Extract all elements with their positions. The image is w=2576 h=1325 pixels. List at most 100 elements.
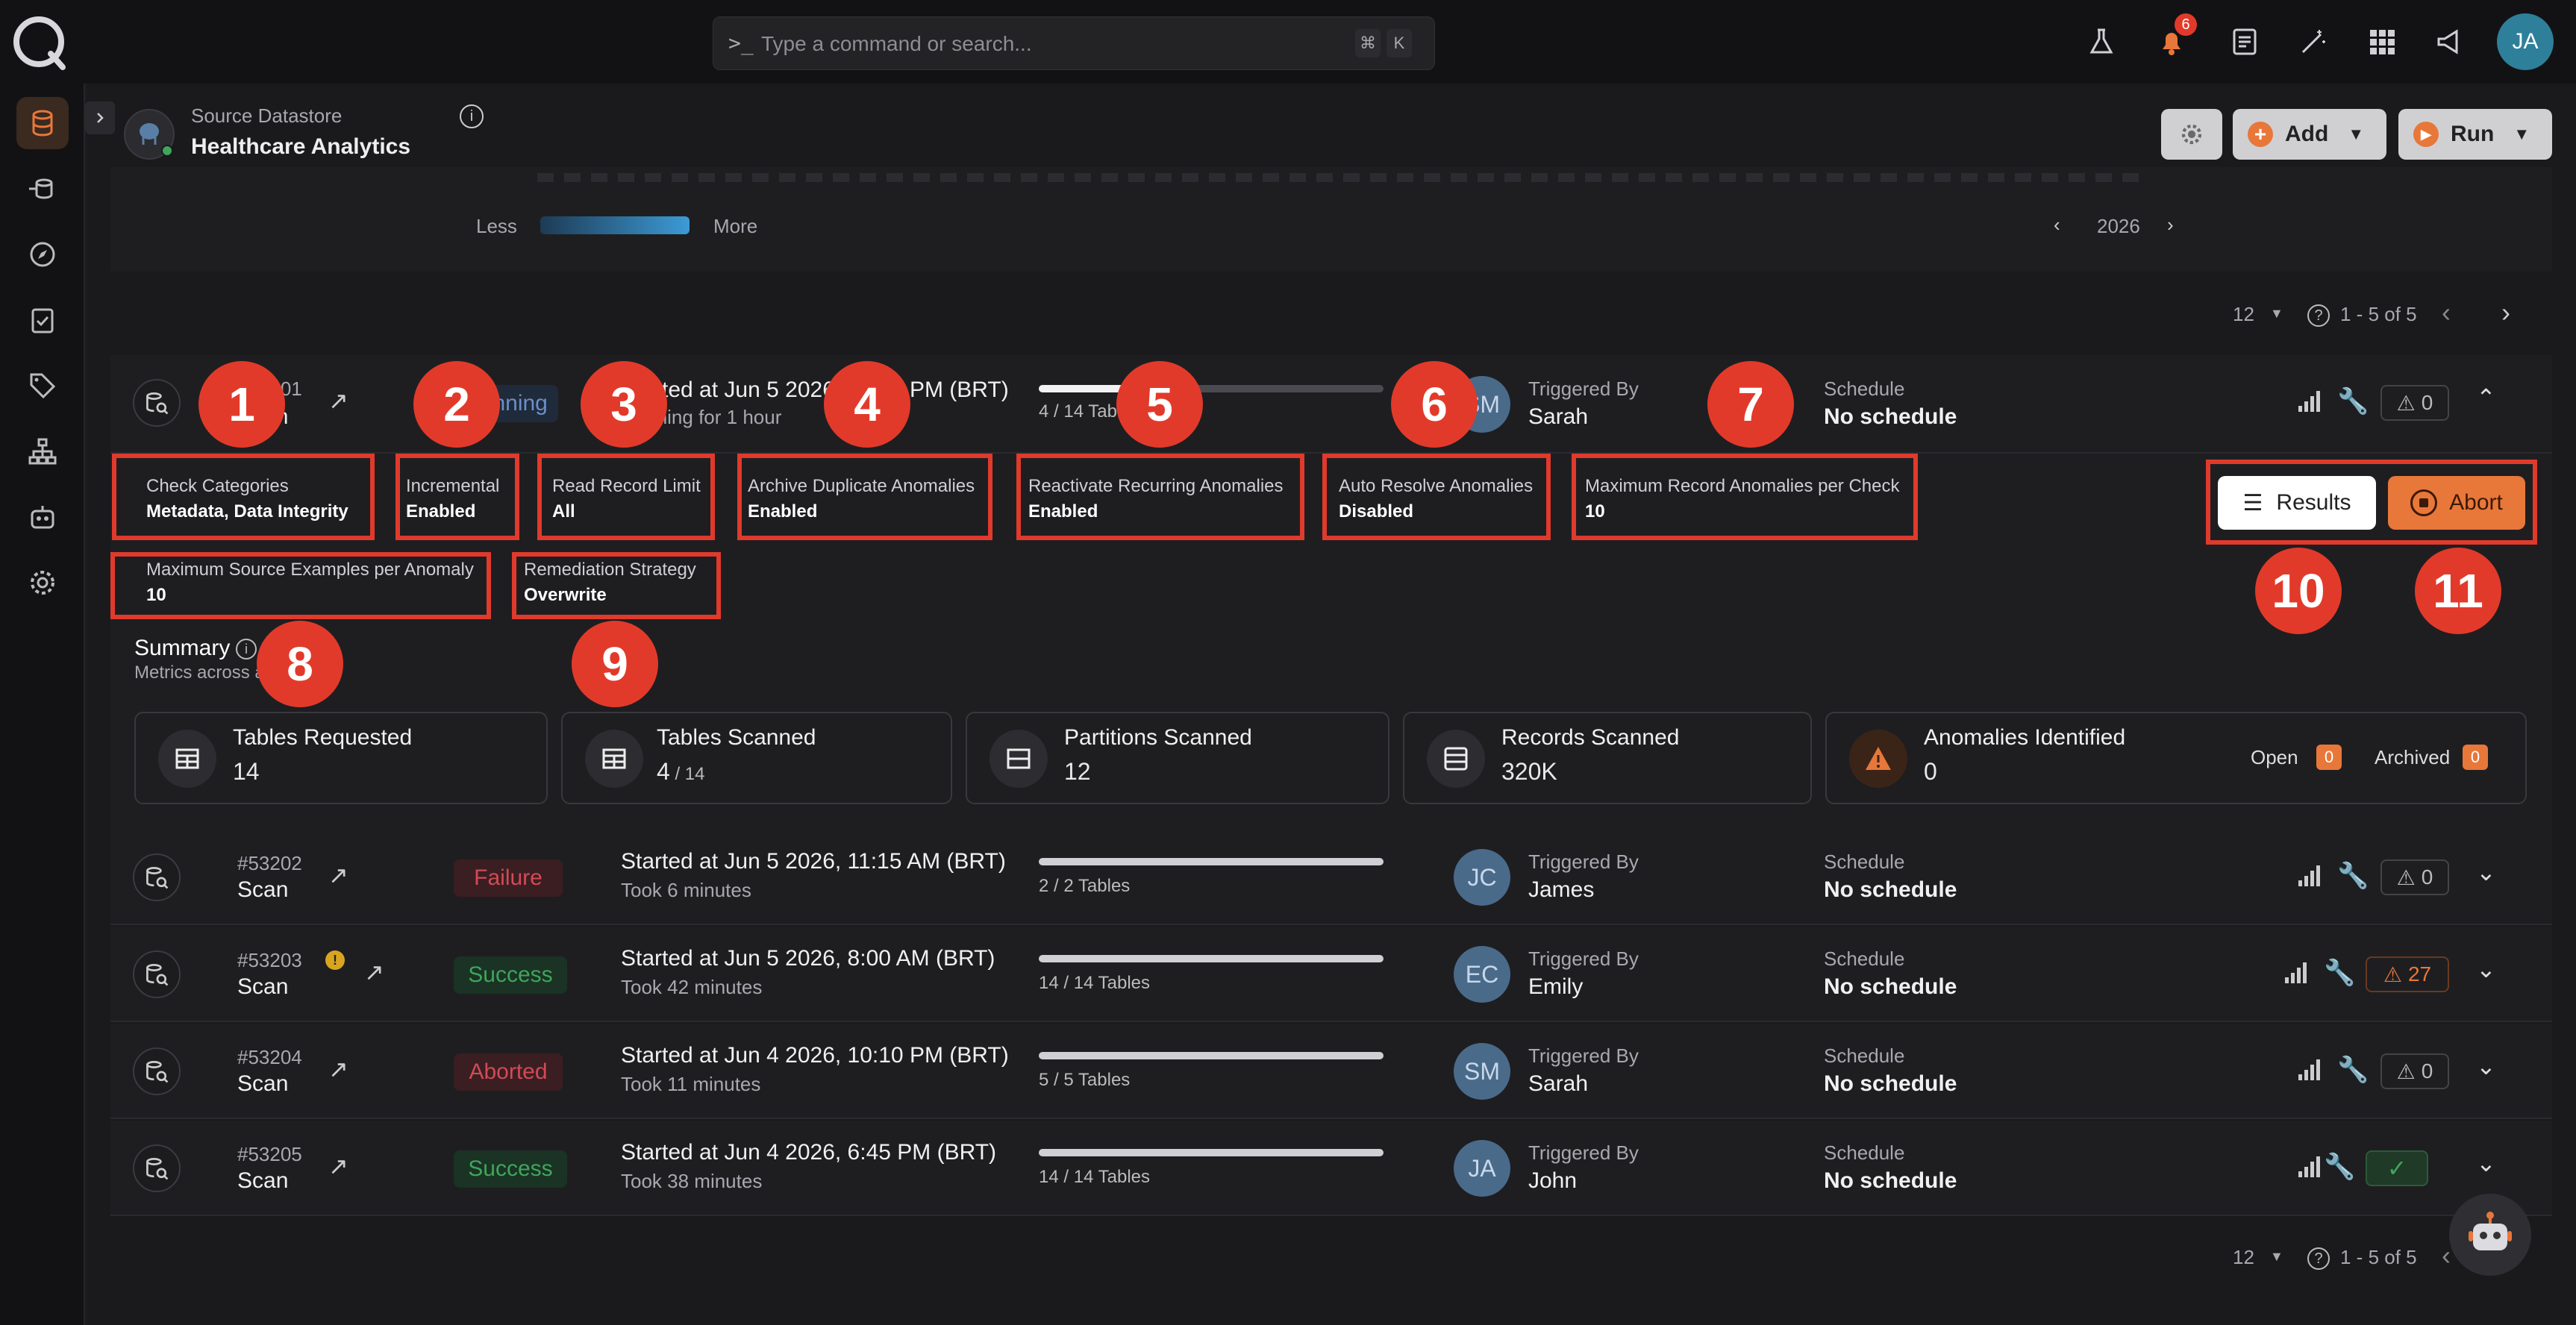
card-label: Records Scanned <box>1501 725 1680 750</box>
highlight-box <box>112 454 375 540</box>
wrench-icon[interactable]: 🔧 <box>2324 958 2355 988</box>
chevron-down-icon[interactable]: ⌄ <box>2476 1149 2496 1177</box>
add-label: Add <box>2285 122 2329 146</box>
document-icon[interactable] <box>2224 21 2266 63</box>
assistant-bot-button[interactable] <box>2449 1194 2531 1276</box>
list-icon: ☰ <box>2242 490 2263 516</box>
summary-card-tables-scanned: Tables Scanned 4 / 14 <box>561 712 952 804</box>
chevron-down-icon[interactable]: ⌄ <box>2476 858 2496 886</box>
archived-count[interactable]: 0 <box>2463 745 2488 770</box>
flask-icon[interactable] <box>2081 21 2122 63</box>
chevron-down-icon[interactable]: ▼ <box>2270 1249 2283 1265</box>
run-label: Run <box>2451 122 2495 146</box>
success-check-pill[interactable]: ✓ <box>2366 1150 2428 1186</box>
open-link-icon[interactable]: ↗ <box>328 1152 348 1180</box>
help-icon[interactable]: ? <box>2307 304 2330 327</box>
wrench-icon[interactable]: 🔧 <box>2324 1152 2355 1182</box>
magic-wand-icon[interactable] <box>2292 21 2334 63</box>
settings-gear-icon[interactable] <box>16 557 69 609</box>
summary-card-anomalies: Anomalies Identified 0 Open 0 Archived 0 <box>1825 712 2527 804</box>
sidebar <box>0 84 85 1325</box>
schedule-label: Schedule <box>1824 1141 1905 1164</box>
page-prev-icon[interactable]: ‹ <box>2442 297 2451 328</box>
triggered-label: Triggered By <box>1528 378 1639 400</box>
info-icon[interactable]: i <box>460 104 484 128</box>
anomaly-count-pill[interactable]: ⚠ 0 <box>2380 859 2449 895</box>
page-next-icon[interactable]: › <box>2501 297 2510 328</box>
user-avatar[interactable]: JA <box>2497 13 2554 70</box>
heatmap-year: 2026 <box>2097 215 2140 237</box>
callout-badge: 3 <box>581 361 667 448</box>
avatar: EC <box>1454 946 1510 1003</box>
play-circle-icon: ▶ <box>2413 122 2439 147</box>
collapse-sidebar-toggle[interactable] <box>85 101 115 134</box>
settings-button[interactable] <box>2161 109 2222 160</box>
per-page-select[interactable]: 12 <box>2233 1246 2254 1269</box>
wrench-icon[interactable]: 🔧 <box>2337 1055 2369 1085</box>
top-bar: >_ Type a command or search... ⌘ K 6 JA <box>0 0 2576 84</box>
search-input[interactable]: Type a command or search... <box>761 32 1032 56</box>
open-link-icon[interactable]: ↗ <box>328 386 348 415</box>
tag-icon[interactable] <box>16 360 69 412</box>
callout-badge: 1 <box>198 361 285 448</box>
warning-icon: ⚠ <box>2396 865 2416 889</box>
open-link-icon[interactable]: ↗ <box>328 1055 348 1083</box>
heatmap-gradient-legend <box>540 216 690 234</box>
chevron-down-icon[interactable]: ⌄ <box>2476 1052 2496 1080</box>
chevron-down-icon[interactable]: ⌄ <box>2476 955 2496 983</box>
compass-icon[interactable] <box>16 228 69 281</box>
avatar: SM <box>1454 1043 1510 1100</box>
open-link-icon[interactable]: ↗ <box>328 861 348 889</box>
page-prev-icon[interactable]: ‹ <box>2442 1240 2451 1271</box>
info-icon[interactable]: i <box>236 639 257 660</box>
wrench-icon[interactable]: 🔧 <box>2337 386 2369 416</box>
open-link-icon[interactable]: ↗ <box>364 958 384 986</box>
schedule-label: Schedule <box>1824 851 1905 873</box>
status-badge: Failure <box>454 859 563 897</box>
progress-text: 5 / 5 Tables <box>1039 1070 1131 1090</box>
wrench-icon[interactable]: 🔧 <box>2337 861 2369 891</box>
run-button[interactable]: ▶ Run ▼ <box>2398 109 2552 160</box>
year-prev-icon[interactable]: ‹ <box>2054 213 2060 237</box>
anomaly-count-pill[interactable]: ⚠ 0 <box>2380 1053 2449 1089</box>
anomaly-count-pill[interactable]: ⚠ 27 <box>2366 956 2449 992</box>
megaphone-icon[interactable] <box>2428 21 2470 63</box>
database-icon[interactable] <box>16 97 69 149</box>
year-next-icon[interactable]: › <box>2167 213 2174 237</box>
highlight-box <box>110 552 491 619</box>
checklist-icon[interactable] <box>16 294 69 346</box>
abort-button[interactable]: Abort <box>2388 476 2525 530</box>
warning-icon: ⚠ <box>2383 962 2402 986</box>
scan-duration: Took 6 minutes <box>621 879 751 901</box>
chevron-down-icon[interactable]: ▼ <box>2270 306 2283 322</box>
page-range: 1 - 5 of 5 <box>2340 1246 2417 1268</box>
hierarchy-icon[interactable] <box>16 425 69 477</box>
robot-icon[interactable] <box>16 491 69 543</box>
bell-icon[interactable]: 6 <box>2151 13 2197 63</box>
help-icon[interactable]: ? <box>2307 1247 2330 1270</box>
chevron-down-icon: ▼ <box>2348 125 2365 143</box>
warning-icon: ⚠ <box>2396 391 2416 415</box>
triggered-by: Sarah <box>1528 404 1589 429</box>
scan-icon <box>133 1144 181 1192</box>
datastore-flow-icon[interactable] <box>16 163 69 215</box>
schedule-value: No schedule <box>1824 974 1957 999</box>
highlight-box <box>1016 454 1304 540</box>
scan-started: Started at Jun 4 2026, 6:45 PM (BRT) <box>621 1140 997 1165</box>
app-logo[interactable] <box>10 13 69 72</box>
results-label: Results <box>2276 490 2351 515</box>
datastore-label: Source Datastore <box>191 104 343 127</box>
open-count[interactable]: 0 <box>2316 745 2342 770</box>
per-page-select[interactable]: 12 <box>2233 303 2254 326</box>
scan-started: Started at Jun 4 2026, 10:10 PM (BRT) <box>621 1043 1009 1068</box>
anomaly-count-pill[interactable]: ⚠ 0 <box>2380 385 2449 421</box>
results-button[interactable]: ☰ Results <box>2218 476 2376 530</box>
card-value: 0 <box>1924 758 1937 785</box>
command-search[interactable]: >_ Type a command or search... ⌘ K <box>713 16 1435 70</box>
add-button[interactable]: + Add ▼ <box>2233 109 2386 160</box>
warning-dot-icon: ! <box>325 950 345 970</box>
apps-grid-icon[interactable] <box>2361 21 2403 63</box>
datastore-name[interactable]: Healthcare Analytics <box>191 134 410 160</box>
chevron-up-icon[interactable]: ⌃ <box>2476 383 2496 412</box>
schedule-value: No schedule <box>1824 877 1957 902</box>
